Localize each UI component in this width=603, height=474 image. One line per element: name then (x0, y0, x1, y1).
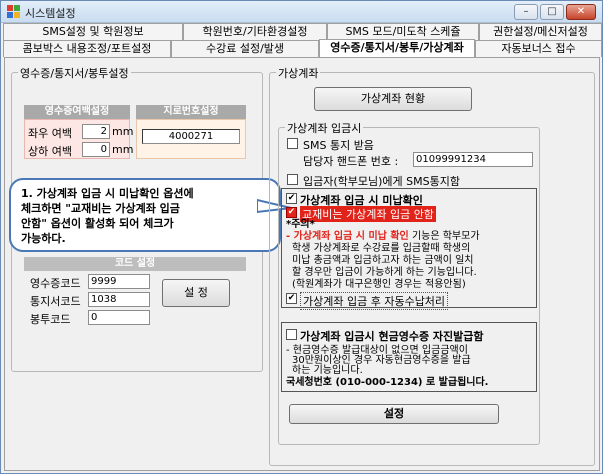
cash-note-3: 하는 기능입니다. (292, 365, 363, 376)
callout-line-2: 체크하면 "교재비는 가상계좌 입금 (21, 202, 180, 215)
left-margin-unit: mm (112, 125, 134, 138)
tab-tuition[interactable]: 수강료 설정/발생 (171, 40, 319, 57)
maximize-button[interactable]: □ (540, 4, 564, 20)
code-set-button[interactable]: 설 정 (162, 279, 230, 307)
window-title: 시스템설정 (25, 7, 76, 20)
cash-receipt-section: 가상계좌 입금시 현금영수증 자진발급함 - 현금영수증 발급대상이 없으면 입… (281, 322, 537, 392)
cash-note-4: 국세청번호 (010-000-1234) 로 발급됩니다. (286, 377, 489, 388)
cash-receipt-label: 가상계좌 입금시 현금영수증 자진발급함 (300, 330, 484, 343)
tab-academy-number[interactable]: 학원번호/기타환경설정 (183, 23, 327, 40)
tab-sms-settings[interactable]: SMS설정 및 학원정보 (3, 23, 183, 40)
note-title: *주의* (286, 219, 315, 230)
tab-sms-mode[interactable]: SMS 모드/미도착 스케쥴 (327, 23, 479, 40)
tab-combobox[interactable]: 콤보박스 내용조정/포트설정 (3, 40, 171, 57)
deposit-group-label: 가상계좌 입금시 (285, 120, 364, 136)
phone-label: 담당자 핸드폰 번호 : (303, 155, 399, 168)
minimize-button[interactable]: – (514, 4, 538, 20)
callout-line-1: 1. 가상계좌 입금 시 미납확인 옵션에 (21, 187, 194, 200)
notice-code-label: 통지서코드 (30, 295, 81, 308)
top-margin-label: 상하 여백 (28, 145, 72, 158)
tab-row-top: SMS설정 및 학원정보 학원번호/기타환경설정 SMS 모드/미도착 스케쥴 … (1, 23, 602, 40)
margin-header: 영수증여백설정 (24, 105, 130, 119)
envelope-code-label: 봉투코드 (30, 313, 71, 326)
tab-auto-bonus[interactable]: 자동보너스 접수 (475, 40, 602, 57)
tab-permissions[interactable]: 권한설정/메신저설정 (479, 23, 602, 40)
giro-header: 지로번호설정 (136, 105, 246, 119)
virtual-account-group: 가상계좌 가상계좌 현황 가상계좌 입금시 SMS 통지 받음 담당자 핸드폰 … (269, 65, 595, 466)
tab-row-bottom: 콤보박스 내용조정/포트설정 수강료 설정/발생 영수증/통지서/봉투/가상계좌… (1, 39, 602, 58)
virtual-set-button[interactable]: 설정 (289, 404, 499, 424)
tab-receipt-virtual-account[interactable]: 영수증/통지서/봉투/가상계좌 (319, 39, 475, 58)
app-icon (7, 5, 20, 18)
note-line-4: 할 경우만 입금이 가능하게 하는 기능입니다. (292, 267, 477, 278)
sms-receive-label: SMS 통지 받음 (303, 139, 374, 152)
parent-sms-checkbox[interactable] (287, 174, 298, 185)
note-highlight: - 가상계좌 입금 시 미납 확인 (286, 231, 409, 242)
title-bar: 시스템설정 – □ ✕ (1, 1, 602, 23)
callout-line-4: 가능하다. (21, 232, 66, 245)
close-button[interactable]: ✕ (566, 4, 596, 20)
tab-panel: 영수증/통지서/봉투설정 영수증여백설정 좌우 여백 2 mm 상하 여백 0 … (4, 57, 600, 471)
receipt-code-label: 영수증코드 (30, 277, 81, 290)
giro-number-input[interactable]: 4000271 (142, 129, 240, 144)
note-line-2: 학생 가상계좌로 수강료를 입금할때 학생의 (292, 243, 471, 254)
textbook-label: 교재비는 가상계좌 입금 안함 (300, 206, 436, 222)
unpaid-check-section: ✔ 가상계좌 입금 시 미납확인 ✔ 교재비는 가상계좌 입금 안함 *주의* … (281, 188, 537, 310)
envelope-code-input[interactable]: 0 (88, 310, 150, 325)
receipt-code-input[interactable]: 9999 (88, 274, 150, 289)
left-margin-input[interactable]: 2 (82, 124, 110, 139)
phone-input[interactable]: 01099991234 (413, 152, 533, 167)
note-line-1: - 가상계좌 입금 시 미납 확인 기능은 학부모가 (286, 231, 480, 243)
callout-bubble: 1. 가상계좌 입금 시 미납확인 옵션에 체크하면 "교재비는 가상계좌 입금… (9, 178, 281, 252)
sms-receive-checkbox[interactable] (287, 138, 298, 149)
note-rest: 기능은 학부모가 (408, 231, 480, 242)
virtual-account-label: 가상계좌 (276, 65, 321, 81)
note-line-3: 미납 총금액과 입금하고자 하는 금액이 일치 (292, 255, 474, 266)
auto-receipt-label: 가상계좌 입금 후 자동수납처리 (300, 292, 449, 310)
auto-receipt-checkbox[interactable]: ✔ (286, 293, 297, 304)
cash-receipt-checkbox[interactable] (286, 329, 297, 340)
left-margin-label: 좌우 여백 (28, 127, 72, 140)
receipt-settings-label: 영수증/통지서/봉투설정 (18, 65, 131, 81)
deposit-group: 가상계좌 입금시 SMS 통지 받음 담당자 핸드폰 번호 : 01099991… (278, 120, 540, 445)
parent-sms-label: 입금자(학부모님)에게 SMS통지함 (303, 175, 460, 188)
unpaid-check-checkbox[interactable]: ✔ (286, 193, 297, 204)
code-header: 코드 설정 (24, 257, 246, 271)
top-margin-input[interactable]: 0 (82, 142, 110, 157)
settings-window: 시스템설정 – □ ✕ SMS설정 및 학원정보 학원번호/기타환경설정 SMS… (0, 0, 603, 474)
notice-code-input[interactable]: 1038 (88, 292, 150, 307)
account-status-button[interactable]: 가상계좌 현황 (314, 87, 472, 111)
callout-line-3: 안함" 옵션이 활성화 되어 체크가 (21, 217, 174, 230)
textbook-checkbox[interactable]: ✔ (286, 207, 297, 218)
top-margin-unit: mm (112, 143, 134, 156)
note-line-5: (학원계좌가 대구은행인 경우는 적용안됨) (292, 279, 466, 290)
